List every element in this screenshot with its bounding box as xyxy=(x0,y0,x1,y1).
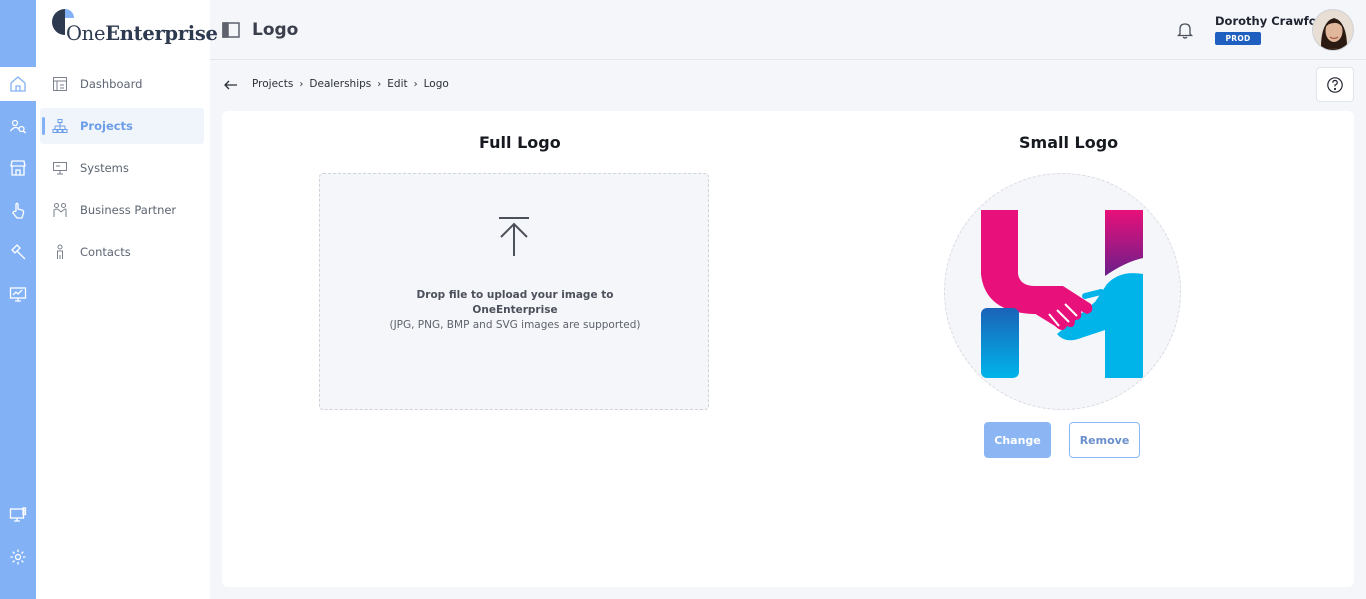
help-button[interactable] xyxy=(1316,67,1354,102)
people-search-icon[interactable] xyxy=(0,109,36,143)
hierarchy-icon xyxy=(52,119,68,133)
breadcrumb-edit[interactable]: Edit xyxy=(387,78,407,90)
hammer-icon[interactable] xyxy=(0,235,36,269)
breadcrumb-current: Logo xyxy=(423,78,449,90)
sidebar-item-dashboard[interactable]: Dashboard xyxy=(40,66,204,102)
sidebar-item-label: Business Partner xyxy=(80,203,177,217)
active-indicator xyxy=(42,117,45,135)
breadcrumb: Projects › Dealerships › Edit › Logo xyxy=(252,78,449,90)
small-logo-preview xyxy=(944,173,1181,410)
full-logo-dropzone[interactable]: Drop file to upload your image to OneEnt… xyxy=(319,173,709,410)
environment-badge: PROD xyxy=(1215,32,1261,45)
supported-formats: (JPG, PNG, BMP and SVG images are suppor… xyxy=(389,319,641,331)
chevron-right-icon: › xyxy=(377,78,382,90)
chevron-right-icon: › xyxy=(413,78,418,90)
handshake-logo-image xyxy=(981,210,1143,378)
breadcrumb-projects[interactable]: Projects xyxy=(252,78,293,90)
icon-rail xyxy=(0,0,36,599)
partners-icon xyxy=(53,203,67,217)
full-logo-title: Full Logo xyxy=(479,133,561,152)
gear-icon[interactable] xyxy=(0,540,36,574)
small-logo-title: Small Logo xyxy=(1019,133,1119,152)
sidebar-item-business-partner[interactable]: Business Partner xyxy=(40,192,204,228)
store-icon[interactable] xyxy=(0,151,36,185)
breadcrumb-dealerships[interactable]: Dealerships xyxy=(309,78,371,90)
monitor-chart-icon[interactable] xyxy=(0,277,36,311)
sidebar-item-projects[interactable]: Projects xyxy=(40,108,204,144)
top-header: Logo Dorothy Crawford PROD xyxy=(210,0,1366,60)
sidebar-item-systems[interactable]: Systems xyxy=(40,150,204,186)
remove-button[interactable]: Remove xyxy=(1069,422,1140,458)
hand-pointer-icon[interactable] xyxy=(0,193,36,227)
brand-logo[interactable]: OneEnterprise xyxy=(52,9,218,49)
dashboard-icon xyxy=(53,77,67,91)
monitor-grid-icon[interactable] xyxy=(0,498,36,532)
sidebar-toggle-icon[interactable] xyxy=(222,22,240,38)
bell-icon[interactable] xyxy=(1175,20,1195,40)
help-icon xyxy=(1327,76,1343,93)
sidebar-item-label: Contacts xyxy=(80,245,131,259)
person-icon xyxy=(57,244,63,259)
sidebar-item-label: Dashboard xyxy=(80,77,143,91)
home-icon[interactable] xyxy=(0,67,36,101)
sidebar: OneEnterprise Dashboard Projects Systems… xyxy=(36,0,218,599)
upload-icon xyxy=(499,217,529,256)
sidebar-item-label: Projects xyxy=(80,119,133,133)
page-title: Logo xyxy=(252,20,299,40)
logo-card: Full Logo Drop file to upload your image… xyxy=(222,111,1354,587)
systems-icon xyxy=(53,162,67,175)
back-arrow-icon[interactable] xyxy=(223,77,239,93)
brand-name: OneEnterprise xyxy=(66,22,218,45)
avatar[interactable] xyxy=(1312,9,1354,51)
drop-instruction: Drop file to upload your image to OneEnt… xyxy=(416,289,614,316)
change-button[interactable]: Change xyxy=(984,422,1051,458)
sidebar-item-contacts[interactable]: Contacts xyxy=(40,234,204,270)
chevron-right-icon: › xyxy=(299,78,304,90)
sidebar-item-label: Systems xyxy=(80,161,129,175)
